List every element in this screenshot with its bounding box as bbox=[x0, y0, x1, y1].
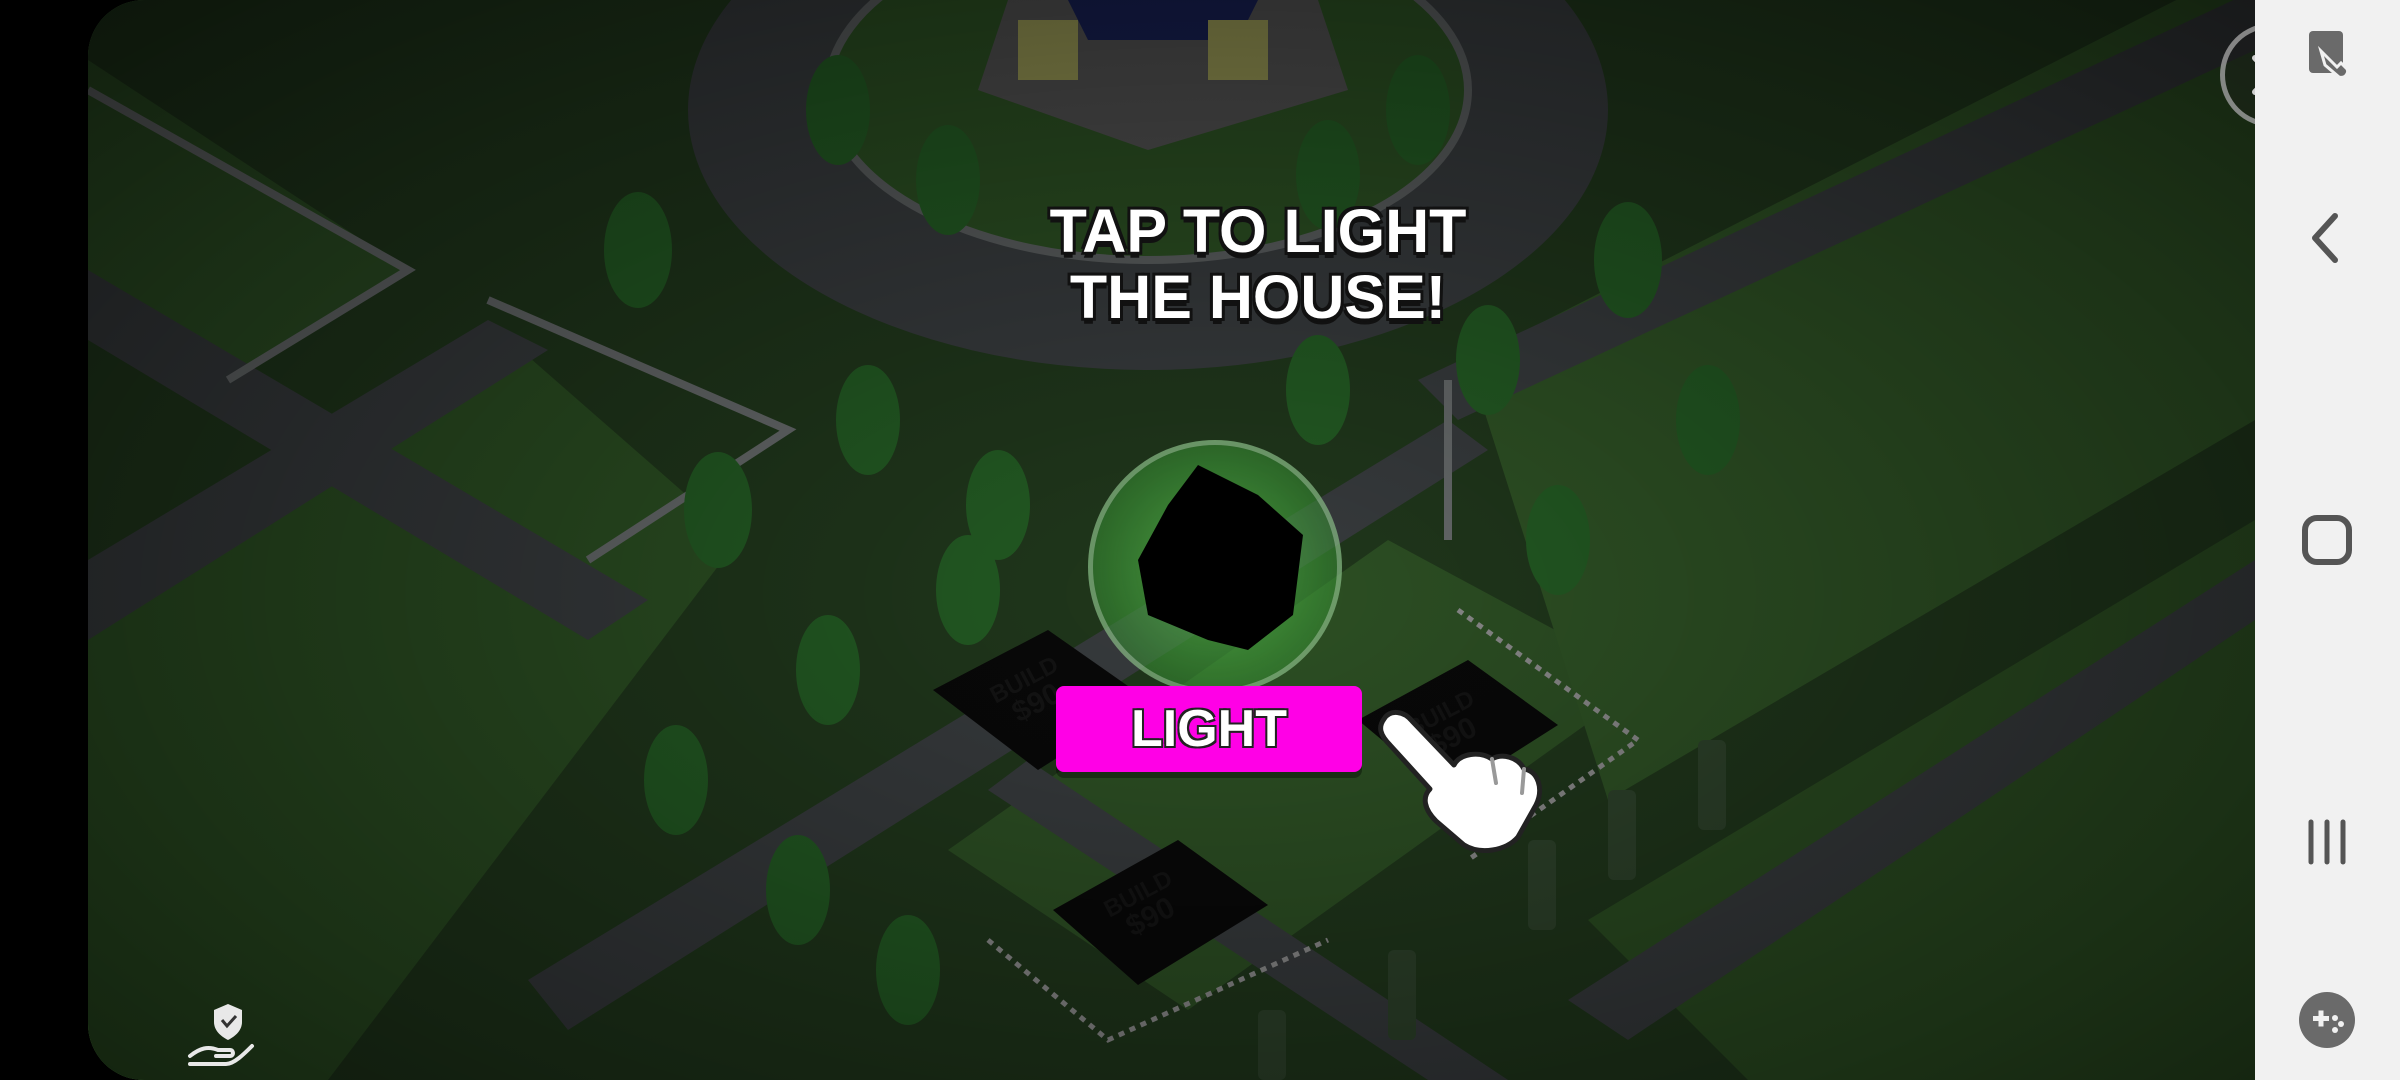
screen-touch-button[interactable] bbox=[2277, 5, 2377, 105]
system-navigation-bar bbox=[2255, 0, 2400, 1080]
screen-touch-icon bbox=[2309, 31, 2349, 79]
back-button[interactable] bbox=[2277, 188, 2377, 288]
close-icon bbox=[2252, 55, 2255, 95]
recent-apps-icon bbox=[2308, 819, 2346, 865]
privacy-shield-hand-icon[interactable] bbox=[186, 998, 258, 1070]
close-button[interactable] bbox=[2220, 23, 2255, 127]
hand-pointer-icon bbox=[1378, 710, 1542, 854]
recent-apps-button[interactable] bbox=[2277, 792, 2377, 892]
back-icon bbox=[2312, 213, 2338, 263]
house-silhouette-icon[interactable] bbox=[1128, 465, 1308, 655]
game-viewport[interactable]: BUILD $90 BUILD $90 BUILD $90 TAP TO LIG… bbox=[88, 0, 2255, 1080]
home-icon bbox=[2302, 515, 2352, 565]
tutorial-instruction: TAP TO LIGHT THE HOUSE! bbox=[1049, 197, 1467, 331]
game-controller-icon bbox=[2299, 992, 2355, 1048]
game-launcher-button[interactable] bbox=[2277, 970, 2377, 1070]
home-button[interactable] bbox=[2277, 490, 2377, 590]
light-button[interactable]: LIGHT bbox=[1056, 686, 1362, 772]
